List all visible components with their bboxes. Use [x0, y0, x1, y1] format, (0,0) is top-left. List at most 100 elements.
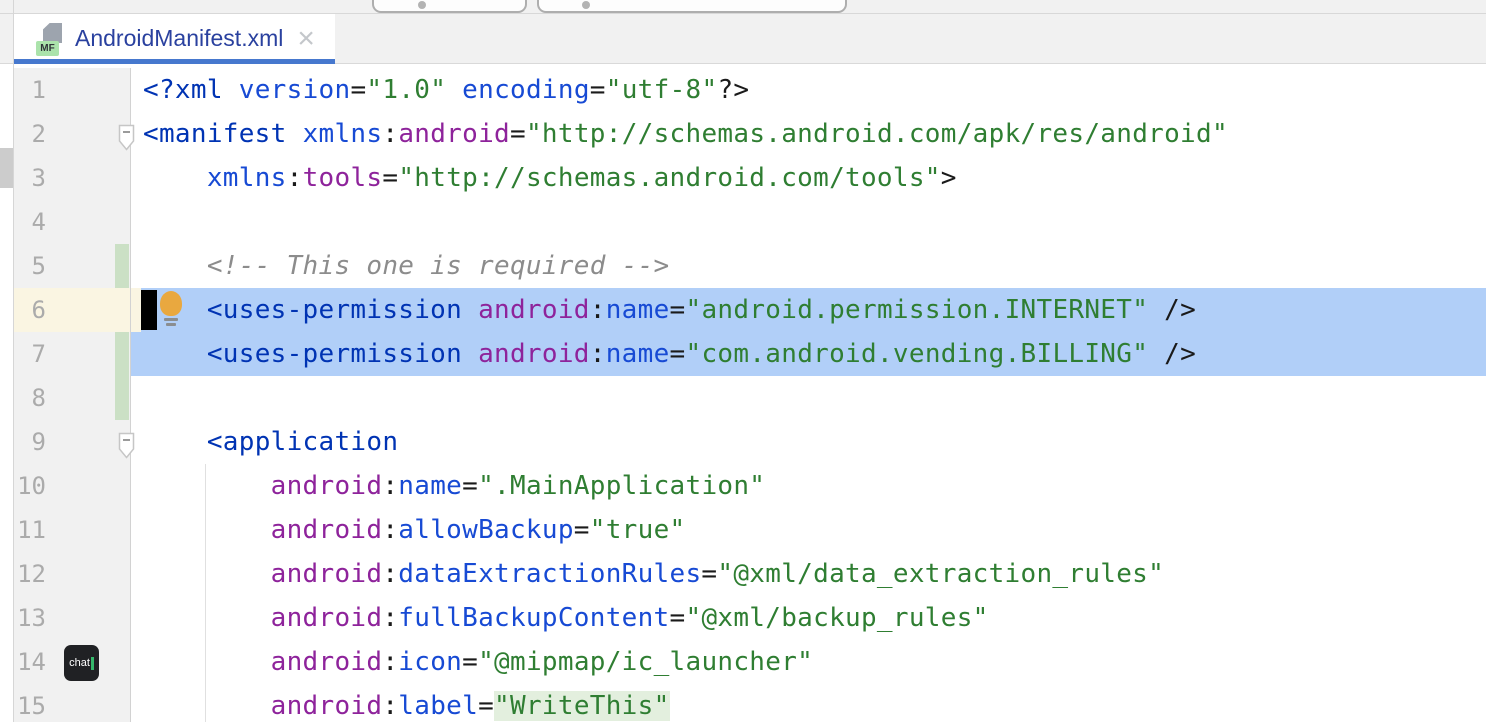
gutter-cell: 11 — [14, 508, 131, 552]
line-number[interactable]: 13 — [14, 596, 46, 640]
code-text: android:allowBackup="true" — [143, 515, 686, 545]
code-text: xmlns:tools="http://schemas.android.com/… — [143, 163, 957, 193]
gutter-cell: 4 — [14, 200, 131, 244]
tab-title: AndroidManifest.xml — [75, 25, 283, 52]
line-number[interactable]: 7 — [14, 332, 46, 376]
code-text: <manifest xmlns:android="http://schemas.… — [143, 119, 1228, 149]
code-line[interactable]: 3 xmlns:tools="http://schemas.android.co… — [14, 156, 1486, 200]
line-number[interactable]: 10 — [14, 464, 46, 508]
chat-badge-label: chat — [69, 657, 90, 669]
code-text: <application — [143, 427, 398, 457]
code-line[interactable]: 15 android:label="WriteThis" — [14, 684, 1486, 722]
code-text-cell[interactable] — [131, 200, 1486, 244]
editor[interactable]: 1 <?xml version="1.0" encoding="utf-8"?> 2… — [14, 64, 1486, 722]
code-line[interactable]: 5 <!-- This one is required --> — [14, 244, 1486, 288]
line-number[interactable]: 11 — [14, 508, 46, 552]
left-strip — [0, 0, 14, 722]
code-text-cell[interactable]: xmlns:tools="http://schemas.android.com/… — [131, 156, 1486, 200]
fold-marker-icon[interactable] — [118, 124, 135, 151]
vcs-change-marker[interactable] — [115, 332, 129, 376]
gutter-cell: 2 — [14, 112, 131, 156]
gutter-cell: 12 — [14, 552, 131, 596]
line-number[interactable]: 6 — [14, 288, 46, 332]
field-dot-icon — [418, 1, 426, 9]
match-highlight: "WriteThis" — [494, 691, 670, 721]
editor-tab-bar: MF AndroidManifest.xml × — [0, 14, 1486, 64]
line-number[interactable]: 8 — [14, 376, 46, 420]
code-text-cell[interactable]: android:fullBackupContent="@xml/backup_r… — [131, 596, 1486, 640]
code-line[interactable]: 9 <application — [14, 420, 1486, 464]
code-text: <uses-permission android:name="android.p… — [143, 295, 1196, 325]
code-line[interactable]: 1 <?xml version="1.0" encoding="utf-8"?> — [14, 68, 1486, 112]
code-text: android:fullBackupContent="@xml/backup_r… — [143, 603, 989, 633]
cropped-field-2[interactable] — [537, 0, 847, 13]
vcs-change-marker[interactable] — [115, 244, 129, 288]
code-text-cell[interactable]: <!-- This one is required --> — [131, 244, 1486, 288]
line-number[interactable]: 2 — [14, 112, 46, 156]
left-scrollbar-thumb[interactable] — [0, 148, 13, 188]
code-text-cell[interactable]: <?xml version="1.0" encoding="utf-8"?> — [131, 68, 1486, 112]
code-text-cell[interactable] — [131, 376, 1486, 420]
gutter-cell: 15 — [14, 684, 131, 722]
code-line[interactable]: 4 — [14, 200, 1486, 244]
bulb-head — [160, 291, 182, 316]
gutter-cell: 10 — [14, 464, 131, 508]
line-number[interactable]: 1 — [14, 68, 46, 112]
gutter-cell: 9 — [14, 420, 131, 464]
code-text: <uses-permission android:name="com.andro… — [143, 339, 1196, 369]
chat-caret — [91, 657, 94, 670]
code-text-cell[interactable]: android:label="WriteThis" — [131, 684, 1486, 722]
mf-badge: MF — [36, 41, 59, 56]
code-text-cell[interactable]: android:allowBackup="true" — [131, 508, 1486, 552]
caret — [141, 290, 157, 330]
code-text: android:label="WriteThis" — [143, 691, 670, 721]
code-rows: 1 <?xml version="1.0" encoding="utf-8"?> 2… — [14, 68, 1486, 722]
gutter-cell: 7 — [14, 332, 131, 376]
bulb-base-line — [166, 323, 176, 326]
code-text-cell[interactable]: android:icon="@mipmap/ic_launcher" — [131, 640, 1486, 684]
active-tab-indicator — [14, 59, 335, 64]
top-strip — [0, 0, 1486, 14]
code-text-cell[interactable]: <application — [131, 420, 1486, 464]
line-number[interactable]: 5 — [14, 244, 46, 288]
code-line[interactable]: 2 <manifest xmlns:android="http://schemas… — [14, 112, 1486, 156]
manifest-file-icon: MF — [36, 23, 62, 56]
code-line[interactable]: 6 <uses-permission android:name="android… — [14, 288, 1486, 332]
line-number[interactable]: 9 — [14, 420, 46, 464]
intention-bulb-icon[interactable] — [159, 291, 183, 329]
code-text-cell[interactable]: android:dataExtractionRules="@xml/data_e… — [131, 552, 1486, 596]
code-text: <!-- This one is required --> — [143, 251, 669, 281]
code-text-cell[interactable]: <uses-permission android:name="android.p… — [131, 288, 1486, 332]
gutter-cell: 13 — [14, 596, 131, 640]
line-number[interactable]: 4 — [14, 200, 46, 244]
code-text-cell[interactable]: <manifest xmlns:android="http://schemas.… — [131, 112, 1486, 156]
field-dot-icon — [582, 1, 590, 9]
cropped-field-1[interactable] — [372, 0, 527, 13]
code-line[interactable]: 13 android:fullBackupContent="@xml/backu… — [14, 596, 1486, 640]
code-line[interactable]: 10 android:name=".MainApplication" — [14, 464, 1486, 508]
gutter-cell: 3 — [14, 156, 131, 200]
code-line[interactable]: 14 android:icon="@mipmap/ic_launcher" — [14, 640, 1486, 684]
fold-marker-icon[interactable] — [118, 432, 135, 459]
line-number[interactable]: 15 — [14, 684, 46, 722]
code-line[interactable]: 8 — [14, 376, 1486, 420]
code-line[interactable]: 12 android:dataExtractionRules="@xml/dat… — [14, 552, 1486, 596]
gutter-cell: 8 — [14, 376, 131, 420]
code-text: android:icon="@mipmap/ic_launcher" — [143, 647, 813, 677]
code-text: <?xml version="1.0" encoding="utf-8"?> — [143, 75, 749, 105]
gutter-cell: 1 — [14, 68, 131, 112]
line-number[interactable]: 12 — [14, 552, 46, 596]
code-text-cell[interactable]: <uses-permission android:name="com.andro… — [131, 332, 1486, 376]
code-text: android:name=".MainApplication" — [143, 471, 765, 501]
code-text-cell[interactable]: android:name=".MainApplication" — [131, 464, 1486, 508]
vcs-change-marker[interactable] — [115, 376, 129, 420]
gutter-cell: 5 — [14, 244, 131, 288]
tab-androidmanifest[interactable]: MF AndroidManifest.xml × — [14, 14, 335, 63]
line-number[interactable]: 3 — [14, 156, 46, 200]
gutter-cell: 6 — [14, 288, 131, 332]
close-icon[interactable]: × — [297, 29, 315, 49]
line-number[interactable]: 14 — [14, 640, 46, 684]
code-line[interactable]: 7 <uses-permission android:name="com.and… — [14, 332, 1486, 376]
code-line[interactable]: 11 android:allowBackup="true" — [14, 508, 1486, 552]
chat-badge[interactable]: chat — [64, 645, 99, 681]
